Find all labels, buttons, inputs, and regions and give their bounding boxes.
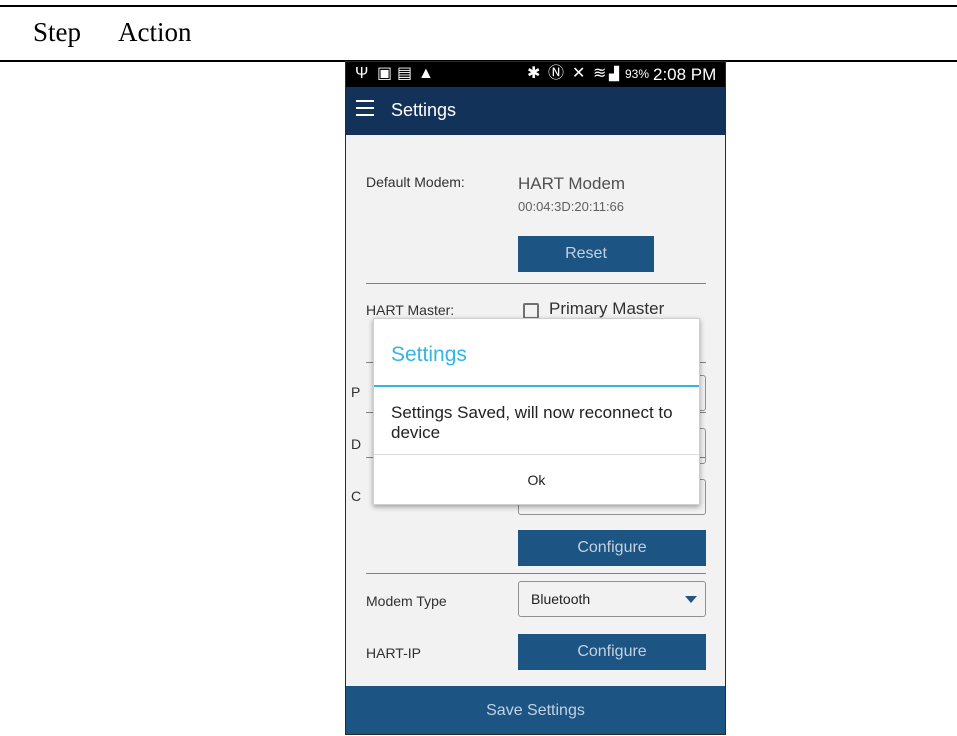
- signal-icon: ▟: [609, 66, 619, 81]
- warning-icon: ▲: [418, 65, 434, 82]
- dialog-ok-button[interactable]: Ok: [374, 455, 699, 505]
- status-bar: Ψ ▣ ▤ ▲ ✱ Ⓝ ✕ ≋ ▟ 93% 2:08 PM: [346, 62, 725, 87]
- image-icon: ▣: [377, 65, 393, 82]
- nfc-icon: Ⓝ: [548, 65, 565, 82]
- phone-screenshot: Ψ ▣ ▤ ▲ ✱ Ⓝ ✕ ≋ ▟ 93% 2:08 PM Settings D…: [345, 61, 726, 735]
- hamburger-menu-icon[interactable]: [356, 100, 374, 120]
- dialog-title: Settings: [391, 343, 467, 366]
- dialog-title-rule: [374, 385, 699, 387]
- dialog-message: Settings Saved, will now reconnect to de…: [391, 403, 673, 442]
- settings-saved-dialog: Settings Settings Saved, will now reconn…: [373, 318, 700, 505]
- app-bar: Settings: [346, 87, 725, 135]
- status-time: 2:08 PM: [653, 65, 717, 84]
- column-header-step: Step: [33, 17, 82, 47]
- table-top-rule: [0, 5, 957, 7]
- usb-icon: Ψ: [355, 65, 369, 82]
- bluetooth-icon: ✱: [527, 65, 541, 82]
- column-header-action: Action: [118, 17, 192, 47]
- battery-percent: 93%: [625, 67, 650, 81]
- app-title: Settings: [391, 100, 457, 120]
- wifi-icon: ≋: [593, 65, 607, 82]
- mute-icon: ✕: [572, 65, 586, 82]
- sim-icon: ▤: [397, 65, 413, 82]
